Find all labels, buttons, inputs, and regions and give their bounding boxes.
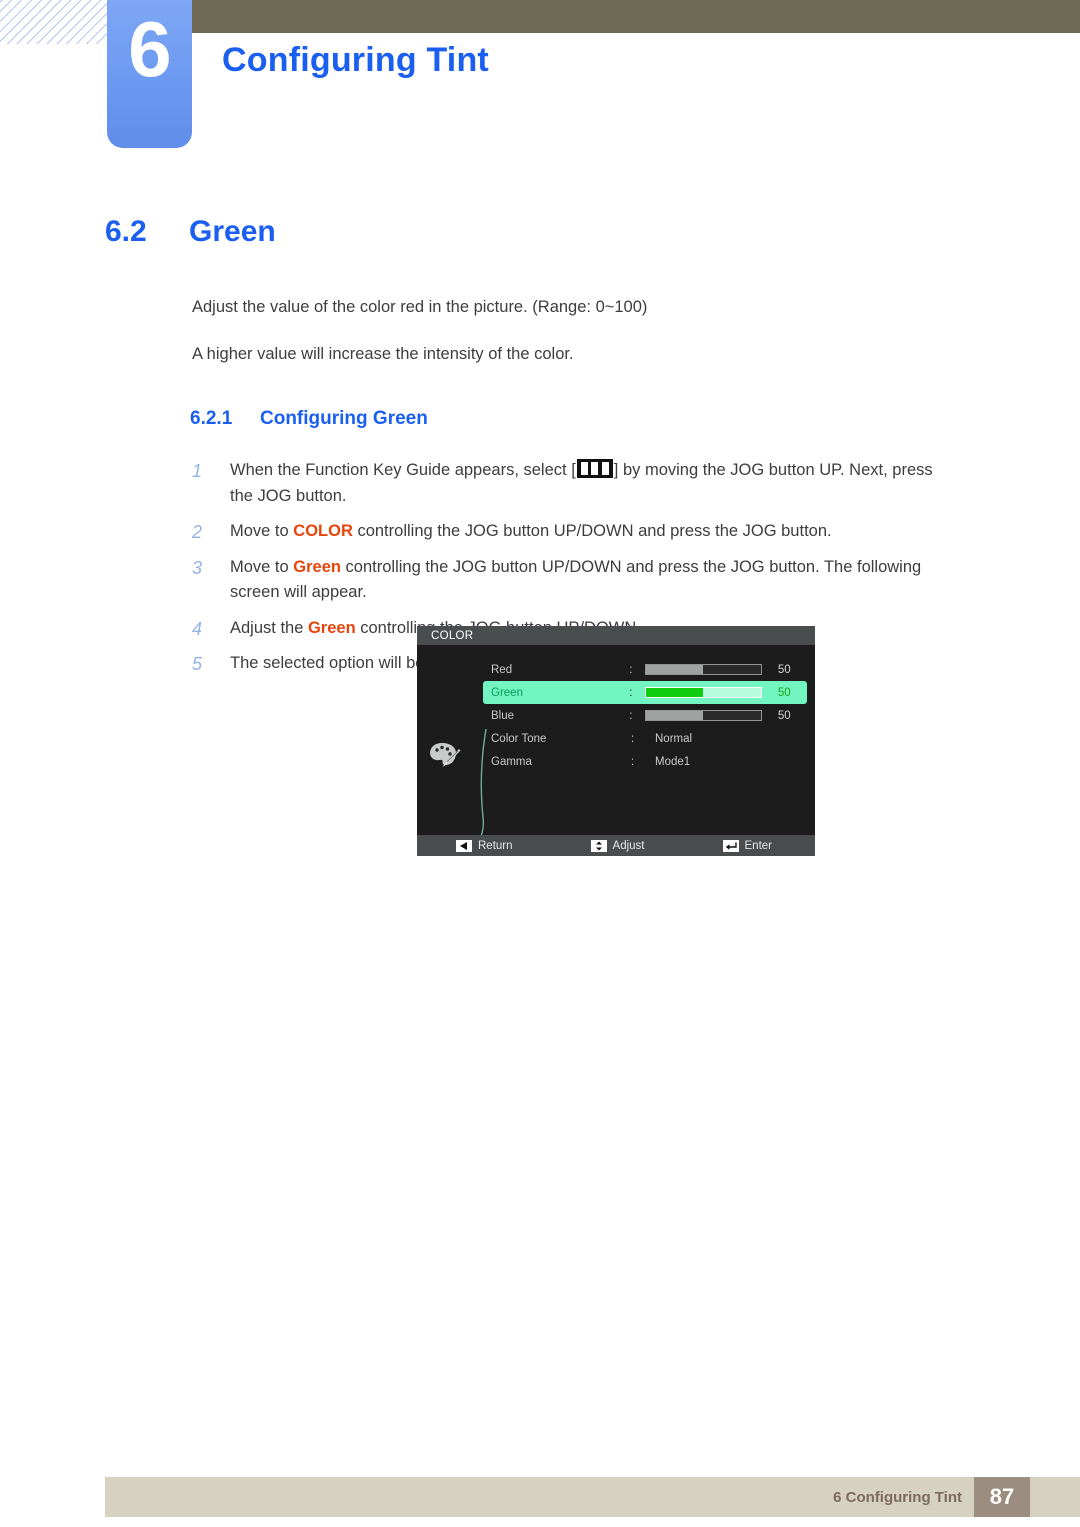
- osd-row-label: Color Tone: [491, 732, 547, 745]
- osd-key-enter[interactable]: Enter: [722, 839, 773, 852]
- osd-slider-fill: [646, 665, 704, 674]
- page-header: 6 Configuring Tint: [0, 0, 1080, 160]
- palette-icon: [429, 740, 463, 770]
- osd-row-label: Green: [491, 686, 523, 699]
- intro-paragraph-1: Adjust the value of the color red in the…: [192, 298, 648, 316]
- function-key-guide-icon: [576, 459, 613, 478]
- osd-row-color-tone[interactable]: Color Tone: Normal: [483, 727, 807, 750]
- osd-row-colon: :: [631, 732, 635, 745]
- osd-row-blue[interactable]: Blue: 50: [483, 704, 807, 727]
- osd-key-adjust[interactable]: Adjust: [590, 839, 645, 852]
- osd-key-label: Adjust: [612, 839, 645, 852]
- osd-key-label: Enter: [744, 839, 773, 852]
- subsection-title: Configuring Green: [260, 408, 428, 429]
- osd-slider-fill: [646, 711, 704, 720]
- step-number: 4: [192, 618, 203, 639]
- osd-option-value: Normal: [655, 732, 693, 745]
- osd-key-return[interactable]: Return: [456, 839, 513, 852]
- page-footer: 6 Configuring Tint 87: [105, 1477, 1080, 1517]
- osd-option-value: Mode1: [655, 755, 691, 768]
- osd-slider-value: 50: [777, 686, 791, 699]
- osd-row-gamma[interactable]: Gamma: Mode1: [483, 750, 807, 773]
- hatch-pattern-decoration: [0, 0, 107, 44]
- step-highlight-term: Green: [307, 618, 356, 637]
- intro-paragraph-2: A higher value will increase the intensi…: [192, 345, 574, 363]
- osd-body: Red: 50 Green: 50 Blue: 50 Color Tone: Normal Ga…: [417, 645, 815, 840]
- section-number: 6.2: [105, 215, 147, 248]
- osd-key-guide-bar: Return Adjust Enter: [417, 835, 815, 856]
- osd-row-colon: :: [629, 663, 633, 676]
- osd-slider-track[interactable]: [645, 687, 762, 698]
- osd-row-colon: :: [629, 686, 633, 699]
- step-highlight-term: COLOR: [293, 522, 353, 541]
- osd-row-label: Red: [491, 663, 513, 676]
- step-text: Move to: [230, 557, 294, 576]
- procedure-step: 2 Move to COLOR controlling the JOG butto…: [192, 519, 952, 545]
- procedure-step: 1 When the Function Key Guide appears, se…: [192, 458, 952, 509]
- section-title: Green: [189, 215, 276, 248]
- osd-screenshot: COLOR Red: 50 Green: 50 Blue: 50 Color Tone: No…: [417, 626, 815, 856]
- step-number: 5: [192, 654, 203, 675]
- left-triangle-icon: [456, 839, 472, 852]
- osd-setting-rows: Red: 50 Green: 50 Blue: 50 Color Tone: Normal Ga…: [483, 658, 807, 773]
- subsection-number: 6.2.1: [190, 408, 233, 429]
- chapter-number-tab: 6: [107, 0, 192, 148]
- osd-slider-track[interactable]: [645, 664, 762, 675]
- chapter-number: 6: [128, 5, 171, 93]
- header-olive-bar: [173, 0, 1080, 33]
- chapter-title: Configuring Tint: [222, 41, 489, 79]
- step-number: 1: [192, 461, 203, 481]
- osd-row-label: Gamma: [491, 755, 532, 768]
- osd-slider-value: 50: [777, 709, 791, 722]
- osd-row-green[interactable]: Green: 50: [483, 681, 807, 704]
- step-text: controlling the JOG button UP/DOWN and p…: [352, 522, 832, 541]
- step-number: 2: [192, 522, 203, 543]
- subsection-heading: 6.2.1 Configuring Green: [190, 408, 428, 430]
- up-down-arrow-icon: [590, 839, 607, 852]
- osd-row-red[interactable]: Red: 50: [483, 658, 807, 681]
- footer-chapter-text: 6 Configuring Tint: [833, 1488, 962, 1506]
- enter-key-icon: [722, 839, 739, 852]
- osd-slider-fill: [646, 688, 704, 697]
- section-heading: 6.2 Green: [105, 215, 276, 249]
- osd-title: COLOR: [417, 626, 815, 645]
- footer-page-number: 87: [974, 1477, 1030, 1517]
- procedure-step: 3 Move to Green controlling the JOG butto…: [192, 555, 952, 606]
- osd-row-label: Blue: [491, 709, 515, 722]
- step-text: Move to: [230, 522, 294, 541]
- step-text: Adjust the: [230, 618, 308, 637]
- step-highlight-term: Green: [293, 557, 341, 576]
- osd-slider-track[interactable]: [645, 710, 762, 721]
- osd-slider-value: 50: [777, 663, 791, 676]
- osd-row-colon: :: [631, 755, 635, 768]
- step-text: When the Function Key Guide appears, sel…: [230, 461, 576, 479]
- osd-key-label: Return: [478, 839, 513, 852]
- step-number: 3: [192, 557, 203, 578]
- osd-row-colon: :: [629, 709, 633, 722]
